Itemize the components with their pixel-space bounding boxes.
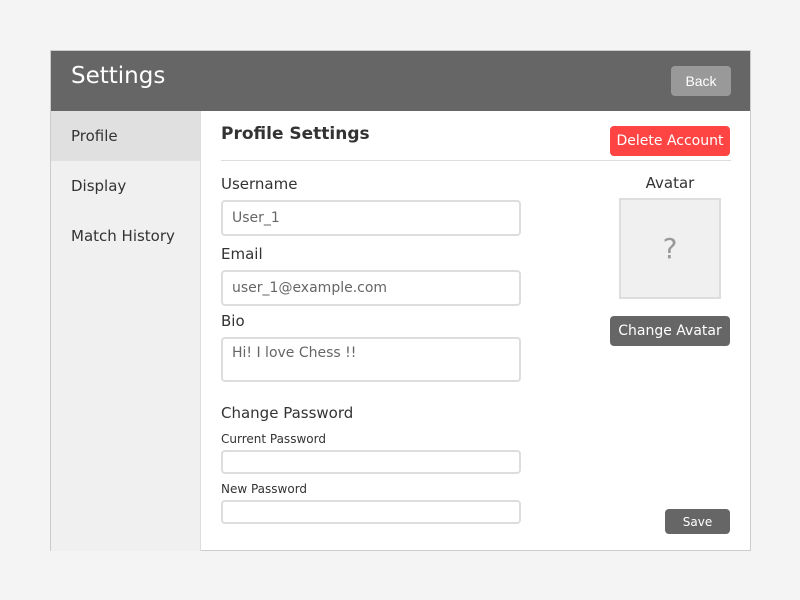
new-password-input[interactable] bbox=[221, 500, 521, 524]
sidebar-item-match-history[interactable]: Match History bbox=[51, 211, 200, 261]
save-button[interactable]: Save bbox=[665, 509, 730, 534]
current-password-input[interactable] bbox=[221, 450, 521, 474]
email-input[interactable]: user_1@example.com bbox=[221, 270, 521, 306]
sidebar: Profile Display Match History bbox=[51, 111, 201, 551]
back-button[interactable]: Back bbox=[671, 66, 731, 96]
username-input[interactable]: User_1 bbox=[221, 200, 521, 236]
bio-textarea[interactable]: Hi! I love Chess !! bbox=[221, 337, 521, 382]
current-password-label: Current Password bbox=[221, 432, 326, 446]
settings-window: Settings Back Profile Display Match Hist… bbox=[50, 50, 751, 551]
sidebar-item-display[interactable]: Display bbox=[51, 161, 200, 211]
question-mark-icon: ? bbox=[662, 232, 678, 265]
bio-label: Bio bbox=[221, 312, 245, 330]
change-password-heading: Change Password bbox=[221, 404, 354, 422]
avatar-placeholder: ? bbox=[619, 198, 721, 299]
new-password-label: New Password bbox=[221, 482, 308, 496]
section-title: Profile Settings bbox=[221, 124, 370, 144]
divider bbox=[221, 160, 731, 161]
sidebar-item-profile[interactable]: Profile bbox=[51, 111, 200, 161]
username-label: Username bbox=[221, 175, 298, 193]
avatar-label: Avatar bbox=[645, 174, 695, 192]
header: Settings Back bbox=[51, 51, 750, 111]
page-title: Settings bbox=[71, 63, 166, 89]
delete-account-button[interactable]: Delete Account bbox=[610, 126, 730, 156]
email-label: Email bbox=[221, 245, 263, 263]
change-avatar-button[interactable]: Change Avatar bbox=[610, 316, 730, 346]
